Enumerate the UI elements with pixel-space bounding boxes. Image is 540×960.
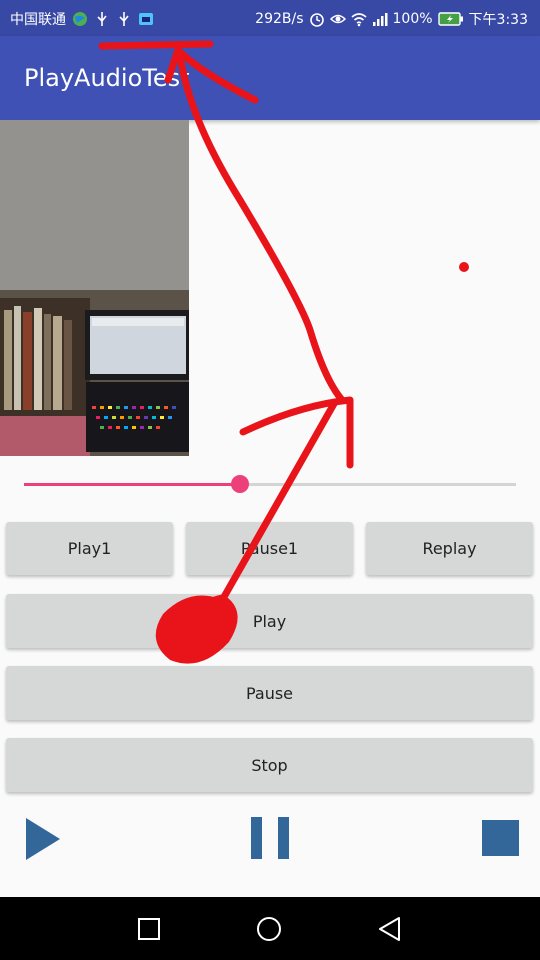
seek-thumb[interactable] — [231, 475, 250, 493]
android-debug-icon — [139, 13, 153, 25]
seek-bar[interactable] — [24, 475, 516, 493]
video-frame — [0, 120, 189, 456]
time-label: 下午3:33 — [468, 12, 528, 28]
status-bar: 中国联通 292B/s 100% 下午3:33 — [0, 0, 540, 36]
play-button[interactable]: Play — [6, 594, 533, 648]
status-left: 中国联通 — [10, 9, 154, 29]
globe-icon — [73, 12, 87, 26]
navigation-bar — [0, 897, 540, 960]
replay-button[interactable]: Replay — [366, 522, 533, 575]
play1-button[interactable]: Play1 — [6, 522, 173, 575]
usb-icon — [97, 12, 107, 26]
app-bar: PlayAudioTest — [0, 36, 540, 120]
pause-button[interactable]: Pause — [6, 666, 533, 720]
recents-icon[interactable] — [131, 911, 167, 947]
play-icon[interactable] — [24, 816, 62, 862]
home-icon[interactable] — [251, 911, 287, 947]
back-icon[interactable] — [371, 911, 407, 947]
wifi-icon — [350, 13, 367, 27]
pause1-button[interactable]: Pause1 — [186, 522, 353, 575]
pause-icon[interactable] — [250, 816, 290, 860]
video-view[interactable] — [0, 120, 189, 456]
net-speed-label: 292B/s — [255, 11, 304, 27]
seek-progress — [24, 483, 241, 486]
annotation-arrowhead — [239, 396, 354, 469]
status-right: 292B/s 100% 下午3:33 — [255, 9, 528, 29]
usb-icon — [119, 12, 129, 26]
eye-icon — [329, 14, 346, 24]
alarm-icon — [309, 13, 324, 27]
signal-icon — [372, 13, 388, 26]
annotation-dot — [459, 262, 469, 272]
app-title: PlayAudioTest — [24, 64, 190, 92]
stop-icon[interactable] — [481, 819, 520, 857]
carrier-label: 中国联通 — [10, 12, 66, 28]
battery-label: 100% — [392, 11, 433, 27]
battery-icon — [437, 12, 463, 26]
stop-button[interactable]: Stop — [6, 738, 533, 792]
annotation-arrow-line — [208, 398, 339, 622]
